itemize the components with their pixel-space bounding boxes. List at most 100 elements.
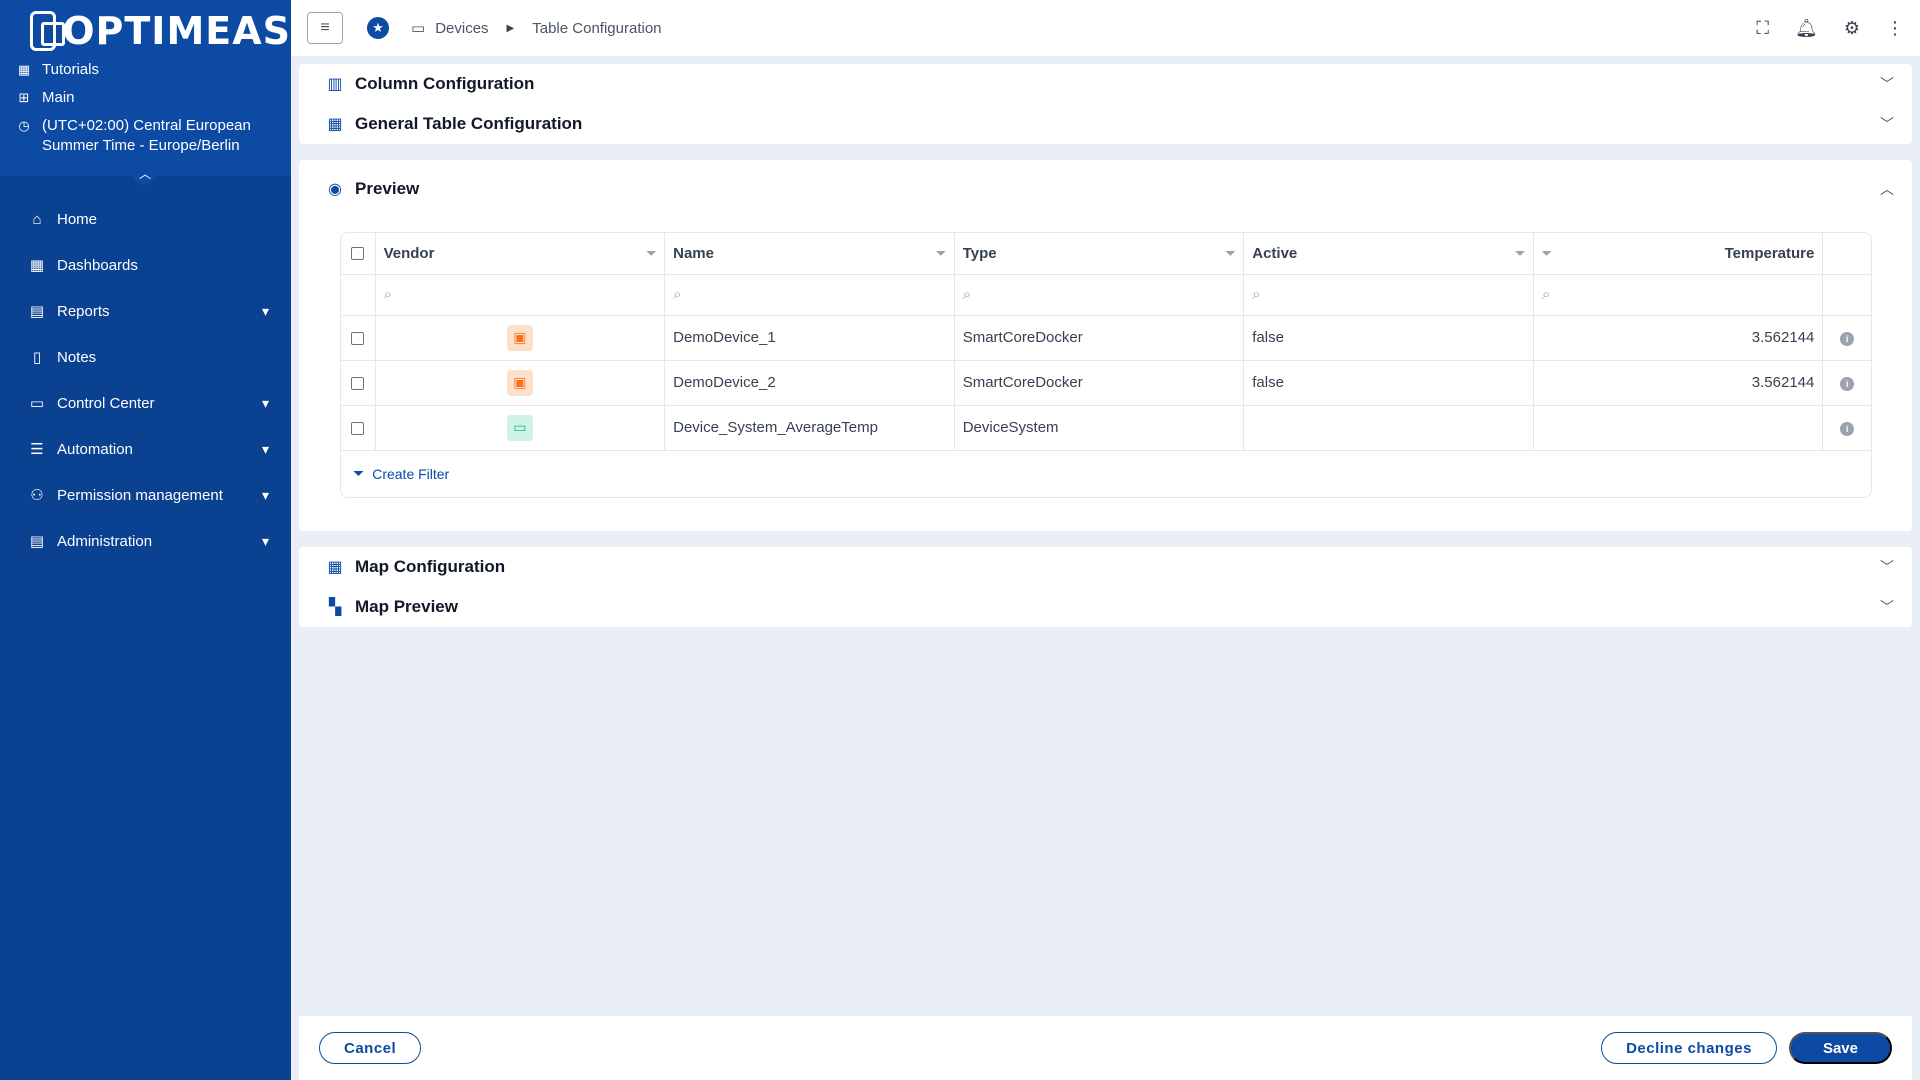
- accordion-title: General Table Configuration: [355, 114, 583, 133]
- favorite-star-icon[interactable]: ★: [367, 17, 389, 39]
- columns-icon: ▥: [327, 76, 343, 93]
- chevron-down-icon: ▾: [261, 440, 269, 457]
- filter-icon[interactable]: ⏷: [936, 246, 946, 261]
- sidebar-item-label: Notes: [57, 348, 97, 366]
- filter-icon[interactable]: ⏷: [1515, 246, 1525, 261]
- row-checkbox[interactable]: [351, 376, 365, 390]
- accordion-column-configuration[interactable]: ▥ Column Configuration ﹀: [299, 64, 1912, 104]
- column-header-vendor[interactable]: Vendor ⏷: [375, 233, 666, 275]
- filter-icon: ⏷: [353, 465, 365, 481]
- breadcrumb-devices[interactable]: Devices: [435, 20, 488, 37]
- sliders-icon: ☰: [30, 441, 44, 458]
- row-checkbox[interactable]: [351, 331, 365, 345]
- app-logo[interactable]: OPTIMEAS: [0, 0, 291, 56]
- sidebar-item-control-center[interactable]: ▭ Control Center ▾: [0, 380, 291, 426]
- sidebar-header: OPTIMEAS ▦ Tutorials ⊞ Main ◷ (UTC+02:00…: [0, 0, 291, 185]
- building-icon: ▦: [17, 62, 31, 77]
- filter-icon[interactable]: ⏷: [1542, 246, 1552, 261]
- accordion-map-configuration[interactable]: ▦ Map Configuration ﹀: [299, 547, 1912, 587]
- bell-icon[interactable]: 🔔︎: [1795, 18, 1818, 39]
- create-filter-label: Create Filter: [372, 465, 450, 482]
- caret-right-icon: ▶: [506, 22, 515, 34]
- chevron-down-icon: ﹀: [1880, 116, 1894, 132]
- info-icon[interactable]: i: [1840, 422, 1855, 436]
- sidebar-item-home[interactable]: ⌂ Home: [0, 196, 291, 242]
- sidebar-nav: ⌂ Home ▦ Dashboards ▤ Reports ▾ ▯ Notes …: [0, 176, 291, 564]
- info-icon[interactable]: i: [1840, 332, 1855, 346]
- filter-icon[interactable]: ⏷: [647, 246, 657, 261]
- cell-name: Device_System_AverageTemp: [664, 405, 955, 451]
- cell-type: SmartCoreDocker: [954, 315, 1245, 361]
- table-icon: ▦: [327, 558, 343, 576]
- gear-icon[interactable]: ⚙: [1844, 18, 1860, 39]
- devices-icon: ▭: [506, 414, 533, 441]
- menu-toggle-button[interactable]: ≡: [307, 12, 343, 44]
- sidebar-item-label: Reports: [57, 302, 110, 320]
- table-row[interactable]: ▣ DemoDevice_2 SmartCoreDocker false 3.5…: [341, 360, 1871, 406]
- config-card: ▥ Column Configuration ﹀ ▦ General Table…: [299, 64, 1912, 144]
- fullscreen-icon[interactable]: ⛶: [1756, 18, 1769, 39]
- name-search-input[interactable]: ⌕: [664, 274, 955, 316]
- accordion-title: Column Configuration: [355, 74, 535, 93]
- preview-table: Vendor ⏷ Name ⏷ Type ⏷ Active ⏷ ⏷ Temperature…: [340, 232, 1872, 498]
- chip-icon: ▣: [506, 324, 533, 351]
- sidebar-item-reports[interactable]: ▤ Reports ▾: [0, 288, 291, 334]
- table-row[interactable]: ▭ Device_System_AverageTemp DeviceSystem…: [341, 405, 1871, 451]
- document-icon: ▯: [32, 349, 42, 366]
- hamburger-icon: ≡: [320, 19, 330, 36]
- column-header-active[interactable]: Active ⏷: [1243, 233, 1534, 275]
- row-checkbox[interactable]: [351, 421, 365, 435]
- users-icon: ⚇: [30, 487, 44, 504]
- cell-name: DemoDevice_1: [664, 315, 955, 361]
- collapse-header-button[interactable]: ︿: [133, 161, 157, 185]
- cell-temperature: [1533, 405, 1824, 451]
- column-header-name[interactable]: Name ⏷: [664, 233, 955, 275]
- save-button[interactable]: Save: [1788, 1032, 1892, 1064]
- accordion-map-preview[interactable]: ▚ Map Preview ﹀: [299, 587, 1912, 627]
- decline-changes-button[interactable]: Decline changes: [1601, 1032, 1777, 1064]
- info-icon[interactable]: i: [1840, 377, 1855, 391]
- table-icon: ▦: [327, 116, 343, 133]
- column-header-type[interactable]: Type ⏷: [954, 233, 1245, 275]
- cancel-button[interactable]: Cancel: [319, 1032, 422, 1064]
- main-link[interactable]: ⊞ Main: [0, 84, 291, 112]
- map-icon: ▚: [328, 598, 342, 616]
- active-search-input[interactable]: ⌕: [1243, 274, 1534, 316]
- cell-temperature: 3.562144: [1533, 360, 1824, 406]
- sidebar-item-dashboards[interactable]: ▦ Dashboards: [0, 242, 291, 288]
- timezone-line2: Summer Time - Europe/Berlin: [42, 137, 240, 154]
- sidebar-item-label: Permission management: [57, 486, 223, 504]
- more-vertical-icon[interactable]: ⋮: [1886, 18, 1904, 39]
- accordion-title: Map Preview: [355, 596, 458, 616]
- timezone[interactable]: ◷ (UTC+02:00) Central European Summer Ti…: [0, 112, 291, 160]
- table-row[interactable]: ▣ DemoDevice_1 SmartCoreDocker false 3.5…: [341, 315, 1871, 361]
- select-all-checkbox[interactable]: [351, 247, 365, 261]
- accordion-title: Preview: [355, 179, 420, 198]
- cell-name: DemoDevice_2: [664, 360, 955, 406]
- sidebar-item-administration[interactable]: ▤ Administration ▾: [0, 518, 291, 564]
- chevron-down-icon: ▾: [261, 394, 269, 411]
- type-search-input[interactable]: ⌕: [954, 274, 1245, 316]
- cell-active: [1243, 405, 1534, 451]
- breadcrumb-current: Table Configuration: [532, 19, 662, 37]
- cell-active: false: [1243, 315, 1534, 361]
- footer-actions: Cancel Decline changes Save: [299, 1016, 1912, 1080]
- home-icon: ⌂: [32, 210, 42, 228]
- search-icon: ⌕: [1252, 286, 1261, 303]
- tutorials-link[interactable]: ▦ Tutorials: [0, 56, 291, 84]
- column-header-temperature[interactable]: ⏷ Temperature: [1533, 233, 1824, 275]
- filter-icon[interactable]: ⏷: [1226, 246, 1236, 261]
- accordion-preview[interactable]: ◉ Preview ︿: [299, 160, 1912, 218]
- preview-card: ◉ Preview ︿ Vendor ⏷ Name ⏷ Type ⏷ Active ⏷ …: [299, 160, 1912, 531]
- sidebar-item-label: Home: [57, 210, 98, 228]
- sidebar-item-automation[interactable]: ☰ Automation ▾: [0, 426, 291, 472]
- cell-temperature: 3.562144: [1533, 315, 1824, 361]
- accordion-general-table-configuration[interactable]: ▦ General Table Configuration ﹀: [299, 104, 1912, 144]
- sidebar-item-permission-management[interactable]: ⚇ Permission management ▾: [0, 472, 291, 518]
- create-filter-button[interactable]: ⏷ Create Filter: [341, 451, 1871, 497]
- search-icon: ⌕: [673, 286, 682, 303]
- vendor-search-input[interactable]: ⌕: [375, 274, 666, 316]
- sidebar-item-notes[interactable]: ▯ Notes: [0, 334, 291, 380]
- column-search-row: ⌕ ⌕ ⌕ ⌕ ⌕: [341, 274, 1871, 316]
- temperature-search-input[interactable]: ⌕: [1533, 274, 1824, 316]
